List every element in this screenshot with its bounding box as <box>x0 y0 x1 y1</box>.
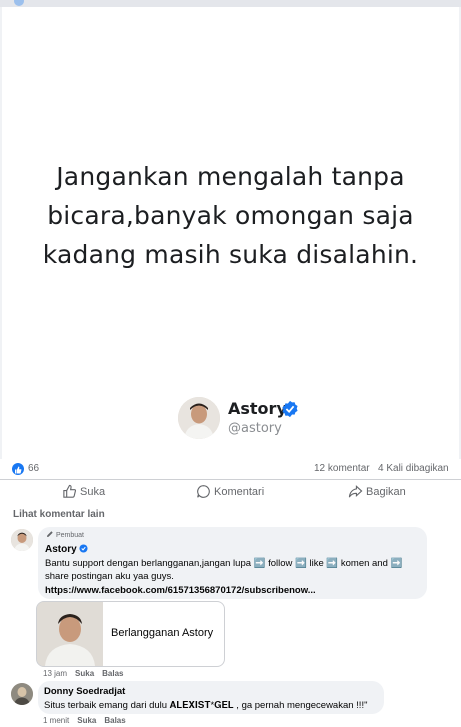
verified-badge-icon <box>79 544 89 553</box>
subscribe-card-thumbnail <box>37 602 103 666</box>
brand-name: Astory <box>228 399 287 418</box>
comment-bubble: Pembuat Astory Bantu support dengan berl… <box>38 527 427 599</box>
post-quote-text: Jangankan mengalah tanpa bicara,banyak o… <box>42 162 419 269</box>
share-count[interactable]: 4 Kali dibagikan <box>378 463 449 474</box>
comment-count[interactable]: 12 komentar <box>314 463 370 474</box>
comment-bubble: Donny Soedradjat Situs terbaik emang dar… <box>38 681 384 714</box>
pencil-icon <box>47 531 53 537</box>
comment-text: Situs terbaik emang dari dulu 𝐀𝐋𝐄𝐗𝐈𝐒𝐓*𝐆𝐄… <box>44 700 368 711</box>
author-badge: Pembuat <box>46 530 84 539</box>
post-stats: 66 12 komentar 4 Kali dibagikan <box>0 459 461 479</box>
previous-post-edge <box>0 0 461 7</box>
like-button-label: Suka <box>80 486 106 498</box>
comments-section: Lihat komentar lain Pembuat Astory Bantu… <box>0 503 461 727</box>
subscribe-card[interactable]: Berlangganan Astory <box>36 601 225 667</box>
comment-reply-link[interactable]: Balas <box>104 716 125 725</box>
comment-text: Bantu support dengan berlangganan,jangan… <box>45 558 403 582</box>
commenter-avatar[interactable] <box>11 529 33 551</box>
comment-link[interactable]: https://www.facebook.com/61571356870172/… <box>45 584 420 597</box>
comment-like-link[interactable]: Suka <box>77 716 96 725</box>
comment-meta: 13 jam Suka Balas <box>43 669 124 678</box>
share-arrow-icon <box>348 485 363 498</box>
subscribe-card-label: Berlangganan Astory <box>111 627 214 639</box>
brand-handle: @astory <box>228 421 282 436</box>
author-badge-label: Pembuat <box>55 532 84 539</box>
comment-time[interactable]: 1 menit <box>43 716 69 725</box>
comment-author[interactable]: Astory <box>45 544 89 555</box>
post-actions: Suka Komentari Bagikan <box>0 479 461 504</box>
post-brand: Astory @astory <box>178 396 338 444</box>
thumbs-up-icon <box>63 484 77 498</box>
comment-meta: 1 menit Suka Balas <box>43 716 126 725</box>
comment-reply-link[interactable]: Balas <box>102 669 123 678</box>
verified-badge-icon <box>282 400 298 418</box>
comment-bubble-icon <box>197 485 210 498</box>
comment-author-name[interactable]: Donny Soedradjat <box>44 686 125 697</box>
share-button-label: Bagikan <box>366 486 406 498</box>
like-icon <box>14 0 24 6</box>
brand-avatar <box>178 397 220 439</box>
see-more-comments-link[interactable]: Lihat komentar lain <box>13 509 105 520</box>
post-image[interactable]: Jangankan mengalah tanpa bicara,banyak o… <box>2 7 459 459</box>
like-reaction-icon[interactable] <box>12 463 24 475</box>
comment-like-link[interactable]: Suka <box>75 669 94 678</box>
comment-time[interactable]: 13 jam <box>43 669 67 678</box>
commenter-avatar[interactable] <box>11 683 33 705</box>
comment-button-label: Komentari <box>214 486 265 498</box>
comment-author-name: Astory <box>45 544 77 555</box>
like-count[interactable]: 66 <box>28 463 39 474</box>
